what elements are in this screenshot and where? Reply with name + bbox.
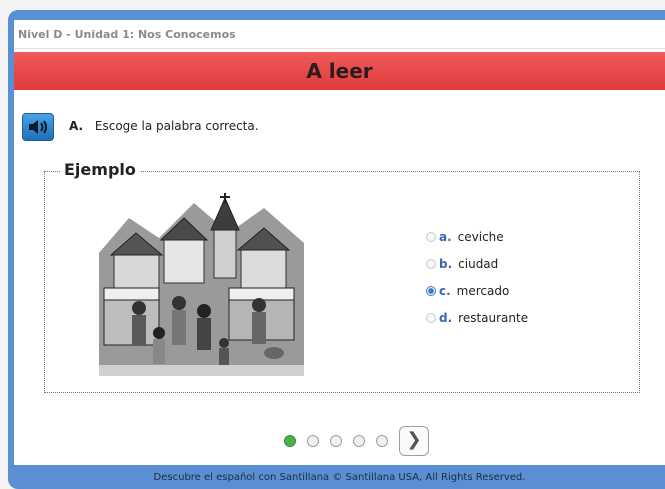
market-illustration [99, 193, 304, 376]
breadcrumb-text: Nivel D - Unidad 1: Nos Conocemos [18, 28, 236, 41]
option-d[interactable]: d. restaurante [426, 304, 528, 331]
page-dot-3[interactable] [330, 435, 342, 447]
page-title: A leer [306, 59, 373, 83]
copyright-text: Descubre el español con Santillana © San… [153, 472, 526, 483]
option-a[interactable]: a. ceviche [426, 223, 528, 250]
option-b[interactable]: b. ciudad [426, 250, 528, 277]
option-text: mercado [456, 283, 510, 298]
option-text: ceviche [457, 229, 504, 244]
breadcrumb: Nivel D - Unidad 1: Nos Conocemos [14, 20, 665, 49]
next-button[interactable]: ❯ [399, 426, 429, 456]
footer: Descubre el español con Santillana © San… [14, 465, 665, 489]
instruction: A. Escoge la palabra correcta. [69, 119, 259, 133]
radio-b[interactable] [426, 258, 436, 269]
page-dot-4[interactable] [353, 435, 365, 447]
instruction-letter: A. [69, 119, 84, 133]
content-panel: Nivel D - Unidad 1: Nos Conocemos A leer… [14, 20, 665, 489]
title-bar: A leer [14, 52, 665, 90]
option-letter: b. [439, 256, 453, 271]
pager: ❯ [284, 426, 429, 456]
option-letter: a. [439, 229, 452, 244]
radio-d[interactable] [426, 312, 436, 323]
instruction-text: Escoge la palabra correcta. [94, 119, 259, 133]
app-frame: Nivel D - Unidad 1: Nos Conocemos A leer… [8, 10, 665, 489]
option-letter: c. [439, 283, 451, 298]
option-letter: d. [439, 310, 453, 325]
example-label: Ejemplo [60, 160, 140, 179]
speaker-icon[interactable] [22, 113, 54, 141]
answer-options: a. ceviche b. ciudad c. mercado d. resta… [426, 223, 528, 331]
option-text: ciudad [458, 256, 499, 271]
radio-c[interactable] [426, 285, 436, 296]
page-dot-5[interactable] [376, 435, 388, 447]
radio-a[interactable] [426, 231, 436, 242]
option-text: restaurante [458, 310, 529, 325]
option-c[interactable]: c. mercado [426, 277, 528, 304]
page-dot-2[interactable] [307, 435, 319, 447]
page-dot-1[interactable] [284, 435, 296, 447]
